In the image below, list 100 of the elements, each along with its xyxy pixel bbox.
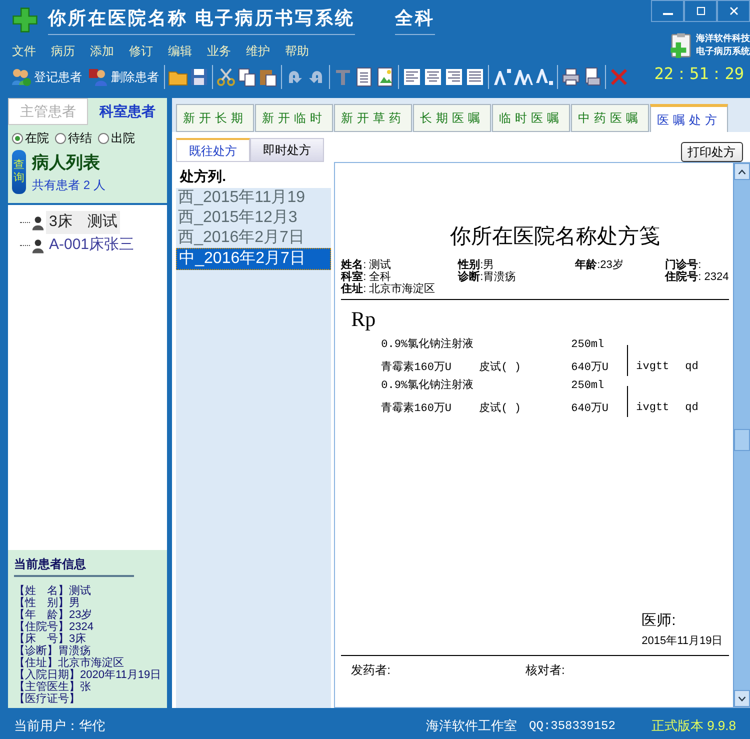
order-tab[interactable]: 中药医嘱 (571, 104, 650, 132)
minimize-button[interactable] (651, 0, 684, 22)
drug-dose: 250ml (571, 338, 606, 353)
scroll-down-button[interactable] (734, 690, 750, 707)
order-tab[interactable]: 医嘱处方 (650, 104, 728, 133)
menu-item[interactable]: 添加 (90, 42, 114, 60)
menu-item[interactable]: 编辑 (168, 42, 192, 60)
menu-item[interactable]: 业务 (207, 42, 231, 60)
document-icon[interactable] (354, 67, 374, 87)
drug-dose: 250ml (571, 379, 606, 394)
justify-icon[interactable] (465, 67, 485, 87)
menu-item[interactable]: 帮助 (285, 42, 309, 60)
print-prescription-button[interactable]: 打印处方 (680, 142, 743, 162)
align-center-icon[interactable] (423, 67, 443, 87)
prescription-item[interactable]: 西_2015年11月19 (176, 188, 332, 208)
info-field: 住址: 北京市海淀区 (341, 282, 729, 294)
skin-test: 皮试( ) (479, 360, 522, 376)
patient-info-line: 【主管医生】张 (14, 681, 92, 693)
people-remove-icon (87, 67, 109, 87)
caret-up-icon (736, 168, 747, 176)
department-label: 全科 (395, 5, 436, 35)
order-tab[interactable]: 长期医嘱 (413, 104, 492, 132)
save-icon[interactable] (189, 67, 209, 87)
patient-info-line: 【年 龄】23岁 (14, 609, 94, 621)
patient-info-line: 【床 号】3床 (14, 633, 88, 645)
scrollbar-thumb[interactable] (734, 429, 750, 451)
patient-item[interactable]: A-001床张三 (46, 234, 138, 257)
patient-info-line: 【姓 名】测试 (14, 585, 92, 597)
info-field: 住院号: 2324 (665, 270, 729, 282)
info-field: 诊断:胃溃疡 (458, 270, 576, 282)
image-document-icon[interactable] (375, 67, 395, 87)
patient-info-line: 【入院日期】2020年11月19日 (14, 669, 162, 681)
order-tab[interactable]: 临时医嘱 (492, 104, 570, 132)
radio-label: 待结 (68, 130, 92, 147)
drug-dose: 640万U (571, 360, 610, 376)
info-field: 性别:男 (458, 258, 576, 270)
paste-icon[interactable] (258, 67, 278, 87)
menu-item[interactable]: 文件 (12, 42, 36, 60)
radio-button[interactable] (55, 132, 66, 144)
studio-name: 海洋软件工作室 (426, 716, 518, 735)
drug-name: 青霉素160万U (381, 400, 453, 416)
route: ivgtt (636, 400, 670, 416)
register-patient-button[interactable]: 登记患者 (8, 67, 84, 87)
prescription-item[interactable]: 中_2016年2月7日 (176, 248, 332, 270)
menu-item[interactable]: 修订 (129, 42, 153, 60)
rp-label: Rp (351, 306, 377, 332)
info-field: 门诊号: (665, 258, 729, 270)
patient-info-line: 【住院号】2324 (14, 621, 94, 633)
patient-info-line: 【诊断】胃溃疡 (14, 645, 91, 657)
order-tab[interactable]: 新开草药 (334, 104, 412, 132)
frequency: qd (685, 360, 698, 374)
prescription-tab[interactable]: 即时处方 (250, 138, 324, 162)
person-icon (30, 214, 46, 232)
drug-name: 0.9%氯化钠注射液 (381, 378, 475, 394)
drug-name: 青霉素160万U (381, 360, 453, 376)
plus-icon (12, 7, 38, 33)
frequency: qd (685, 400, 698, 416)
patient-item[interactable]: 3床 测试 (46, 211, 120, 234)
logo-line: 海洋软件科技 (696, 33, 750, 43)
radio-label: 出院 (111, 130, 135, 147)
query-button[interactable]: 查询 (12, 150, 26, 194)
align-left-icon[interactable] (402, 67, 422, 87)
close-button[interactable] (717, 0, 750, 22)
drug-dose: 640万U (571, 402, 610, 416)
prescription-item[interactable]: 西_2016年2月7日 (176, 228, 332, 248)
maximize-button[interactable] (684, 0, 717, 22)
version-label: 正式版本 9.9.8 (651, 716, 736, 735)
checker-label: 核对者: (525, 662, 565, 679)
patient-info-line: 【性 别】男 (14, 597, 81, 609)
align-right-icon[interactable] (444, 67, 464, 87)
order-tab[interactable]: 新开临时 (255, 104, 334, 132)
delete-patient-button[interactable]: 删除患者 (85, 67, 161, 87)
skin-test: 皮试( ) (479, 401, 522, 416)
order-tab[interactable]: 新开长期 (176, 104, 254, 132)
doctor-label: 医师: (642, 611, 677, 631)
info-field: 姓名: 测试 (341, 258, 458, 270)
current-user: 当前用户：华佗 (14, 716, 105, 735)
prescription-tab[interactable]: 既往处方 (176, 138, 250, 162)
radio-button[interactable] (12, 132, 23, 144)
minimize-icon (662, 13, 672, 15)
prescription-item[interactable]: 西_2015年12月3 (176, 208, 332, 228)
info-field: 年龄:23岁 (575, 258, 666, 270)
drug-name: 0.9%氯化钠注射液 (381, 337, 475, 353)
list-title: 病人列表 (32, 152, 101, 174)
patient-count: 共有患者 2 人 (32, 176, 106, 194)
list-title: 处方列. (176, 162, 332, 188)
radio-button[interactable] (98, 132, 109, 144)
menu-item[interactable]: 维护 (246, 42, 270, 60)
clock: 22：51：29 (654, 63, 744, 85)
scroll-up-button[interactable] (734, 163, 750, 180)
section-title: 当前患者信息 (14, 555, 134, 577)
printer-icon[interactable] (561, 67, 581, 87)
prescription-date: 2015年11月19日 (642, 634, 723, 648)
qq-number: QQ:358339152 (529, 718, 616, 734)
person-icon (30, 236, 46, 254)
menu-item[interactable]: 病历 (51, 42, 75, 60)
caret-down-icon (736, 694, 747, 702)
scissors-icon[interactable] (216, 67, 236, 87)
copy-icon[interactable] (237, 67, 257, 87)
route: ivgtt (636, 360, 670, 374)
